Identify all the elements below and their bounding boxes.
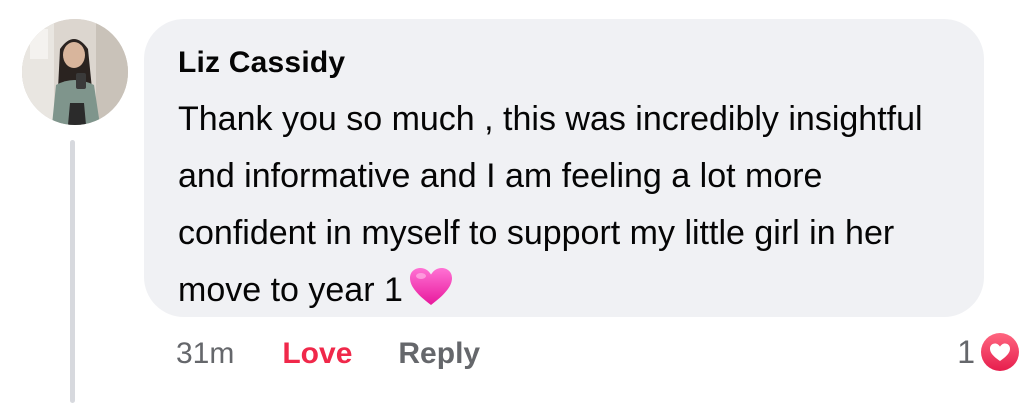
reply-button[interactable]: Reply (398, 337, 480, 371)
love-button[interactable]: Love (282, 337, 352, 371)
comment-author[interactable]: Liz Cassidy (178, 43, 950, 83)
comment-timestamp[interactable]: 31m (176, 337, 234, 371)
love-reaction-icon (978, 330, 1022, 374)
comment-bubble: Liz Cassidy Thank you so much , this was… (144, 19, 984, 317)
avatar[interactable] (22, 19, 128, 125)
comment-body: Thank you so much , this was incredibly … (178, 91, 968, 325)
reaction-count: 1 (957, 333, 975, 370)
pink-heart-icon (409, 267, 453, 325)
thread-line (70, 140, 75, 403)
comment-actions: 31m Love Reply (176, 334, 480, 374)
comment-text: Thank you so much , this was incredibly … (178, 100, 923, 309)
reaction-summary[interactable]: 1 (957, 330, 1022, 374)
avatar-photo (22, 19, 128, 125)
